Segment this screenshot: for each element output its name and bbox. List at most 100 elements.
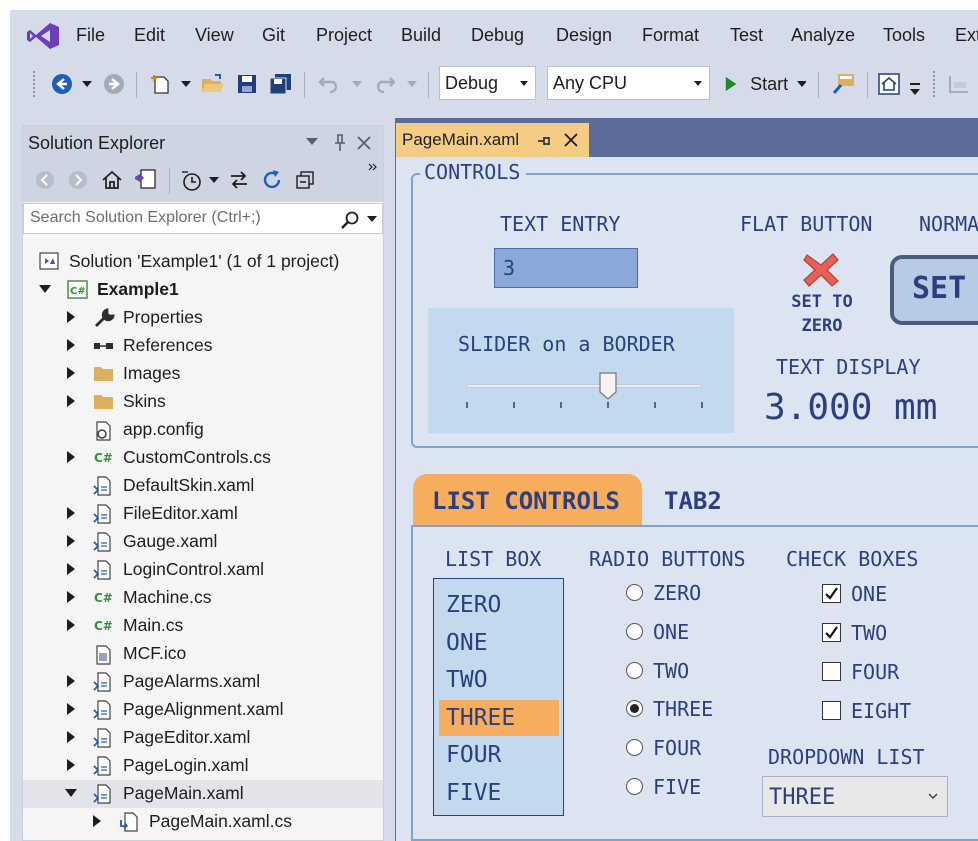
checkbox[interactable]	[822, 662, 841, 681]
expand-arrow-icon[interactable]	[67, 591, 75, 603]
open-folder-icon[interactable]	[200, 71, 226, 97]
menu-format[interactable]: Format	[642, 25, 699, 46]
set-normal-button[interactable]: SET	[890, 255, 978, 325]
menu-design[interactable]: Design	[556, 25, 612, 46]
radio-button-label[interactable]: ONE	[653, 620, 689, 644]
back-icon[interactable]	[35, 170, 55, 190]
toolbar-overflow-icon[interactable]	[368, 163, 378, 171]
solution-explorer-search-input[interactable]: Search Solution Explorer (Ctrl+;)	[23, 203, 383, 234]
expand-arrow-icon[interactable]	[67, 703, 75, 715]
tree-item[interactable]: DefaultSkin.xaml	[23, 472, 383, 500]
tree-item[interactable]: Properties	[23, 304, 383, 332]
switch-views-icon[interactable]	[133, 169, 157, 191]
tree-item[interactable]: References	[23, 332, 383, 360]
radio-button[interactable]	[626, 778, 643, 795]
window-position-dropdown-icon[interactable]	[306, 138, 318, 146]
search-icon[interactable]	[340, 210, 360, 230]
radio-button-label[interactable]: TWO	[653, 659, 689, 683]
tree-item[interactable]: PageEditor.xaml	[23, 724, 383, 752]
menu-git[interactable]: Git	[262, 25, 285, 46]
expand-arrow-icon[interactable]	[67, 675, 75, 687]
expand-arrow-icon[interactable]	[67, 451, 75, 463]
radio-button[interactable]	[626, 584, 643, 601]
tree-item[interactable]: Solution 'Example1' (1 of 1 project)	[23, 248, 383, 276]
expand-arrow-icon[interactable]	[67, 619, 75, 631]
tree-item[interactable]: PageAlarms.xaml	[23, 668, 383, 696]
refresh-icon[interactable]	[261, 169, 283, 191]
tree-item[interactable]: PageMain.xaml	[23, 780, 383, 808]
list-box-item[interactable]: ONE	[446, 625, 488, 661]
menu-build[interactable]: Build	[401, 25, 441, 46]
list-box-item[interactable]: TWO	[446, 662, 488, 698]
tree-item[interactable]: C#PageRunControll...	[23, 836, 383, 841]
forward-icon[interactable]	[102, 71, 126, 97]
home-icon[interactable]	[101, 169, 123, 191]
toolbar-grip[interactable]	[32, 70, 36, 98]
toolbar-overflow-icon[interactable]	[908, 76, 922, 102]
menu-extensions[interactable]: Ext	[955, 25, 978, 46]
save-all-icon[interactable]	[268, 71, 294, 97]
tree-item[interactable]: app.config	[23, 416, 383, 444]
back-dropdown-icon[interactable]	[80, 71, 94, 97]
tab-tab2[interactable]: TAB2	[654, 474, 734, 524]
tab-pagemain-xaml[interactable]: PageMain.xaml	[396, 123, 589, 157]
start-button[interactable]: Start	[724, 71, 806, 97]
undo-dropdown-icon[interactable]	[350, 71, 364, 97]
undo-icon[interactable]	[316, 71, 342, 97]
new-item-icon[interactable]	[148, 71, 174, 97]
tree-item[interactable]: Skins	[23, 388, 383, 416]
list-box-item[interactable]: FIVE	[446, 775, 501, 811]
radio-button-label[interactable]: ZERO	[653, 581, 701, 605]
back-icon[interactable]	[50, 71, 74, 97]
checkbox-label[interactable]: TWO	[851, 621, 887, 645]
solution-platform-dropdown[interactable]: Any CPU	[547, 66, 710, 100]
radio-button-label[interactable]: FOUR	[653, 736, 701, 760]
dropdown-list[interactable]: THREE	[762, 776, 948, 817]
collapse-all-icon[interactable]	[295, 170, 315, 190]
tree-item[interactable]: LoginControl.xaml	[23, 556, 383, 584]
expand-arrow-icon[interactable]	[67, 311, 75, 323]
close-tab-icon[interactable]	[564, 133, 578, 147]
checkbox[interactable]	[822, 623, 841, 642]
expand-arrow-icon[interactable]	[67, 563, 75, 575]
tree-item[interactable]: C# Example1	[23, 276, 383, 304]
slider-thumb[interactable]	[598, 372, 617, 400]
expand-arrow-icon[interactable]	[67, 535, 75, 547]
redo-icon[interactable]	[372, 71, 398, 97]
forward-icon[interactable]	[68, 170, 88, 190]
expand-arrow-icon[interactable]	[67, 731, 75, 743]
menu-test[interactable]: Test	[730, 25, 763, 46]
search-options-dropdown-icon[interactable]	[367, 216, 377, 222]
menu-project[interactable]: Project	[316, 25, 372, 46]
tree-item[interactable]: PageMain.xaml.cs	[23, 808, 383, 836]
tree-item[interactable]: C# Machine.cs	[23, 584, 383, 612]
solution-configuration-dropdown[interactable]: Debug	[439, 66, 536, 100]
home-icon[interactable]	[876, 71, 902, 97]
new-item-dropdown-icon[interactable]	[179, 71, 193, 97]
expand-arrow-icon[interactable]	[67, 759, 75, 771]
expand-arrow-icon[interactable]	[67, 367, 75, 379]
tree-item[interactable]: Gauge.xaml	[23, 528, 383, 556]
pending-changes-filter-icon[interactable]	[180, 169, 204, 193]
pin-icon[interactable]	[333, 133, 347, 153]
list-box-item[interactable]: THREE	[439, 699, 559, 736]
layout-icon[interactable]	[946, 71, 972, 97]
menu-edit[interactable]: Edit	[134, 25, 165, 46]
checkbox-label[interactable]: EIGHT	[851, 699, 911, 723]
slider-track[interactable]	[466, 384, 702, 388]
list-box-item[interactable]: ZERO	[446, 587, 501, 623]
menu-file[interactable]: File	[76, 25, 105, 46]
checkbox[interactable]	[822, 584, 841, 603]
list-box[interactable]: ZERO ONE TWO THREE FOUR FIVE	[433, 578, 564, 816]
tree-item[interactable]: Images	[23, 360, 383, 388]
expand-arrow-icon[interactable]	[93, 815, 101, 827]
find-in-files-icon[interactable]	[830, 71, 858, 97]
checkbox-label[interactable]: FOUR	[851, 660, 899, 684]
collapse-arrow-icon[interactable]	[39, 285, 51, 293]
save-icon[interactable]	[234, 71, 260, 97]
tree-item[interactable]: C# Main.cs	[23, 612, 383, 640]
tree-item[interactable]: FileEditor.xaml	[23, 500, 383, 528]
menu-analyze[interactable]: Analyze	[791, 25, 855, 46]
tab-list-controls[interactable]: LIST CONTROLS	[413, 474, 642, 527]
pin-tab-icon[interactable]	[536, 134, 552, 148]
